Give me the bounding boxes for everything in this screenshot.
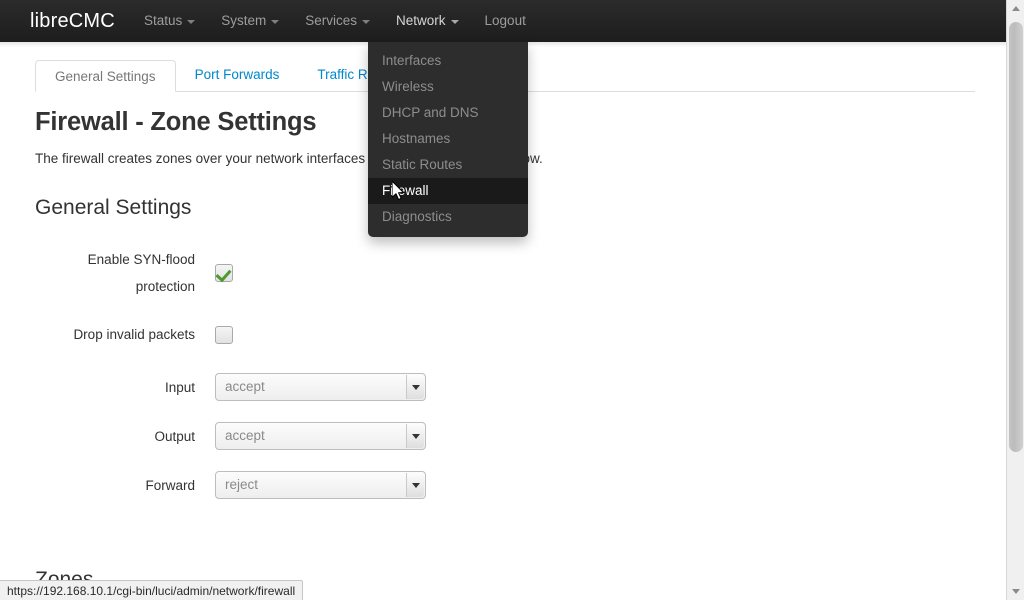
form-row-forward: Forward reject: [35, 471, 975, 499]
tab-port-forwards[interactable]: Port Forwards: [176, 59, 299, 91]
network-dropdown-menu: Interfaces Wireless DHCP and DNS Hostnam…: [368, 42, 528, 237]
nav-item-services[interactable]: Services: [292, 0, 383, 42]
select-input-policy-value: accept: [225, 379, 265, 394]
chevron-down-icon: [187, 20, 196, 24]
checkbox-syn-flood-protection[interactable]: [215, 264, 233, 282]
menu-item-wireless[interactable]: Wireless: [368, 74, 528, 100]
vertical-scrollbar[interactable]: [1006, 0, 1024, 600]
select-input-policy[interactable]: accept: [215, 373, 426, 401]
nav-item-logout-label: Logout: [484, 13, 526, 28]
scrollbar-up-arrow-icon[interactable]: [1007, 0, 1024, 17]
nav-item-system[interactable]: System: [208, 0, 292, 42]
nav-item-status[interactable]: Status: [131, 0, 208, 42]
chevron-down-icon[interactable]: [406, 473, 424, 497]
menu-item-dhcp-and-dns[interactable]: DHCP and DNS: [368, 100, 528, 126]
scrollbar-thumb[interactable]: [1009, 22, 1023, 452]
nav-item-services-label: Services: [305, 13, 358, 28]
chevron-down-icon: [271, 20, 280, 24]
select-output-policy[interactable]: accept: [215, 422, 426, 450]
select-output-policy-value: accept: [225, 428, 265, 443]
select-forward-policy-value: reject: [225, 477, 259, 492]
menu-item-diagnostics[interactable]: Diagnostics: [368, 204, 528, 230]
form-row-input: Input accept: [35, 373, 975, 401]
label-drop-invalid: Drop invalid packets: [73, 327, 195, 342]
label-syn-flood: Enable SYN-flood protection: [87, 252, 195, 294]
label-input: Input: [164, 379, 195, 395]
menu-item-interfaces[interactable]: Interfaces: [368, 48, 528, 74]
chevron-down-icon[interactable]: [406, 375, 424, 399]
nav-item-logout[interactable]: Logout: [472, 0, 539, 42]
label-forward: Forward: [145, 477, 195, 493]
select-forward-policy[interactable]: reject: [215, 471, 426, 499]
status-bar-url: https://192.168.10.1/cgi-bin/luci/admin/…: [0, 580, 304, 600]
tab-general-settings[interactable]: General Settings: [35, 60, 176, 92]
chevron-down-icon: [362, 20, 371, 24]
nav-item-system-label: System: [221, 13, 267, 28]
nav-links: Status System Services Network Logout: [131, 0, 539, 42]
nav-item-status-label: Status: [143, 13, 183, 28]
menu-item-firewall[interactable]: Firewall: [368, 178, 528, 204]
checkbox-drop-invalid-packets[interactable]: [215, 325, 233, 344]
chevron-down-icon: [450, 20, 459, 24]
page-content: libreCMC Status System Services Network: [0, 0, 1006, 600]
top-navigation-bar: libreCMC Status System Services Network: [0, 0, 1006, 42]
nav-item-network-label: Network: [396, 13, 446, 28]
label-output: Output: [154, 428, 195, 444]
chevron-down-icon[interactable]: [406, 424, 424, 448]
menu-item-static-routes[interactable]: Static Routes: [368, 152, 528, 178]
form-row-output: Output accept: [35, 422, 975, 450]
brand-logo[interactable]: libreCMC: [0, 0, 131, 42]
form-row-drop-invalid: Drop invalid packets: [35, 321, 975, 348]
menu-item-hostnames[interactable]: Hostnames: [368, 126, 528, 152]
scrollbar-down-arrow-icon[interactable]: [1007, 583, 1024, 600]
nav-item-network[interactable]: Network: [383, 0, 472, 42]
form-row-syn-flood: Enable SYN-flood protection: [35, 246, 975, 300]
browser-viewport: libreCMC Status System Services Network: [0, 0, 1024, 600]
